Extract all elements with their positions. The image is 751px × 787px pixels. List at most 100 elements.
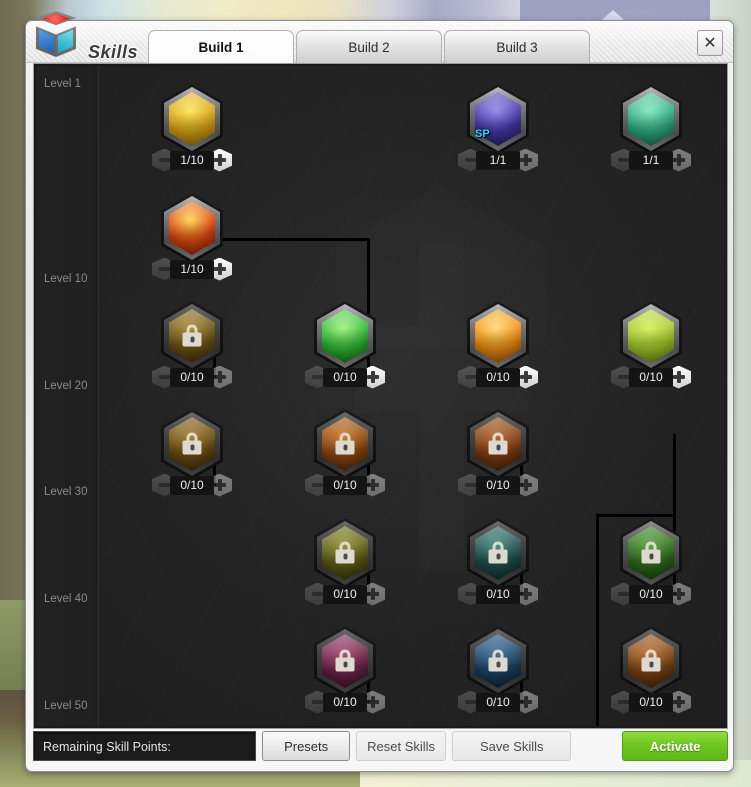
close-button[interactable]: ✕ (697, 30, 723, 56)
clover-buff-skill[interactable]: 0/10 (305, 301, 385, 389)
skill-level-value: 1/1 (629, 150, 673, 170)
lightning-skull-skill[interactable]: 1/10 (152, 84, 232, 172)
heal-figure-skill[interactable]: 1/1 (611, 84, 691, 172)
level-label-level-1: Level 1 (44, 78, 82, 90)
skill-point-stepper: 1/10 (152, 257, 232, 281)
level-label-level-40: Level 40 (44, 593, 88, 605)
skill-icon[interactable]: SP (467, 84, 529, 154)
skill-point-stepper: 0/10 (458, 473, 538, 497)
skill-icon[interactable] (467, 626, 529, 696)
save-skills-button[interactable]: Save Skills (452, 731, 572, 761)
window-title: Skills (88, 42, 139, 62)
potion-skill[interactable]: 0/10 (458, 301, 538, 389)
conn-c3-loop-v (596, 514, 599, 726)
presets-button[interactable]: Presets (262, 731, 351, 761)
skill-icon[interactable] (620, 518, 682, 588)
level-label-level-20: Level 20 (44, 380, 88, 392)
skill-point-stepper: 0/10 (305, 582, 385, 606)
lock-icon (488, 432, 508, 455)
lock-icon (335, 649, 355, 672)
lock-icon (488, 541, 508, 564)
holy-staff-skill[interactable]: 0/10 (611, 301, 691, 389)
skill-icon[interactable] (161, 84, 223, 154)
skill-icon[interactable] (161, 193, 223, 263)
holy-cross-skill[interactable]: SP 1/1 (458, 84, 538, 172)
lock-icon (488, 649, 508, 672)
skill-level-value: 0/10 (170, 475, 214, 495)
skills-toolbar: Remaining Skill Points: Presets Reset Sk… (33, 729, 728, 763)
lock-icon (335, 432, 355, 455)
locked-teal-skill[interactable]: 0/10 (458, 518, 538, 606)
skill-level-value: 0/10 (476, 692, 520, 712)
tab-build-1[interactable]: Build 1 (148, 30, 294, 64)
skill-tree-panel: Level 1 Level 10 Level 20 Level 30 Level 40 L… (33, 63, 728, 729)
window-titlebar: Skills Build 1 Build 2 Build 3 ✕ (26, 11, 733, 64)
locked-rust-skill[interactable]: 0/10 (458, 409, 538, 497)
locked-magenta-skill[interactable]: 0/10 (305, 626, 385, 714)
lock-icon (335, 541, 355, 564)
skill-icon[interactable] (620, 84, 682, 154)
conn-c3-loop-h-top (596, 514, 676, 517)
level-label-level-30: Level 30 (44, 486, 88, 498)
skill-icon[interactable] (620, 626, 682, 696)
level-label-level-50: Level 50 (44, 700, 88, 712)
sp-badge: SP (475, 128, 490, 140)
skill-point-stepper: 0/10 (305, 690, 385, 714)
skill-icon[interactable] (314, 301, 376, 371)
skills-window: Skills Build 1 Build 2 Build 3 ✕ Level 1 Le… (25, 11, 734, 772)
skill-icon[interactable] (314, 409, 376, 479)
skill-level-value: 0/10 (476, 475, 520, 495)
skill-icon[interactable] (467, 301, 529, 371)
tab-build-2[interactable]: Build 2 (296, 30, 442, 63)
locked-gold-skill[interactable]: 0/10 (152, 301, 232, 389)
lock-icon (641, 541, 661, 564)
skill-icon[interactable] (314, 518, 376, 588)
locked-orange-skill[interactable]: 0/10 (305, 409, 385, 497)
skill-icon[interactable] (467, 409, 529, 479)
skill-level-value: 0/10 (170, 367, 214, 387)
level-rail: Level 1 Level 10 Level 20 Level 30 Level 40 L… (36, 66, 99, 726)
skill-level-value: 1/10 (170, 150, 214, 170)
skill-point-stepper: 0/10 (152, 473, 232, 497)
skill-tree-canvas: Level 1 Level 10 Level 20 Level 30 Level 40 L… (36, 66, 725, 726)
skill-icon[interactable] (620, 301, 682, 371)
locked-copper-skill[interactable]: 0/10 (611, 626, 691, 714)
conn-c0-r0-branch-h (213, 238, 370, 241)
skill-icon[interactable] (314, 626, 376, 696)
tab-build-3[interactable]: Build 3 (444, 30, 590, 63)
activate-button[interactable]: Activate (622, 731, 728, 761)
skill-level-value: 0/10 (629, 367, 673, 387)
locked-amber-skill[interactable]: 0/10 (152, 409, 232, 497)
skill-point-stepper: 0/10 (305, 473, 385, 497)
skill-icon[interactable] (161, 301, 223, 371)
build-tabs: Build 1 Build 2 Build 3 (148, 30, 590, 64)
lock-icon (182, 432, 202, 455)
locked-olive-skill[interactable]: 0/10 (305, 518, 385, 606)
skill-icon[interactable] (161, 409, 223, 479)
skill-cube-icon (28, 9, 84, 67)
skill-level-value: 0/10 (323, 367, 367, 387)
skill-level-value: 0/10 (629, 692, 673, 712)
level-label-level-10: Level 10 (44, 273, 88, 285)
locked-green-skill[interactable]: 0/10 (611, 518, 691, 606)
skill-point-stepper: 0/10 (458, 690, 538, 714)
skill-level-value: 0/10 (476, 584, 520, 604)
skill-point-stepper: 0/10 (305, 365, 385, 389)
fire-burst-skill[interactable]: 1/10 (152, 193, 232, 281)
reset-skills-button[interactable]: Reset Skills (356, 731, 447, 761)
locked-blue-skill[interactable]: 0/10 (458, 626, 538, 714)
skill-level-value: 0/10 (323, 475, 367, 495)
skill-level-value: 0/10 (629, 584, 673, 604)
skill-icon[interactable] (467, 518, 529, 588)
remaining-skill-points-field: Remaining Skill Points: (33, 731, 257, 761)
skill-point-stepper: 0/10 (152, 365, 232, 389)
skill-point-stepper: 0/10 (458, 582, 538, 606)
skill-level-value: 0/10 (323, 692, 367, 712)
skill-level-value: 1/1 (476, 150, 520, 170)
skill-level-value: 0/10 (323, 584, 367, 604)
skill-point-stepper: 1/10 (152, 148, 232, 172)
skill-level-value: 0/10 (476, 367, 520, 387)
skill-point-stepper: 0/10 (611, 690, 691, 714)
skill-level-value: 1/10 (170, 259, 214, 279)
skill-point-stepper: 1/1 (611, 148, 691, 172)
